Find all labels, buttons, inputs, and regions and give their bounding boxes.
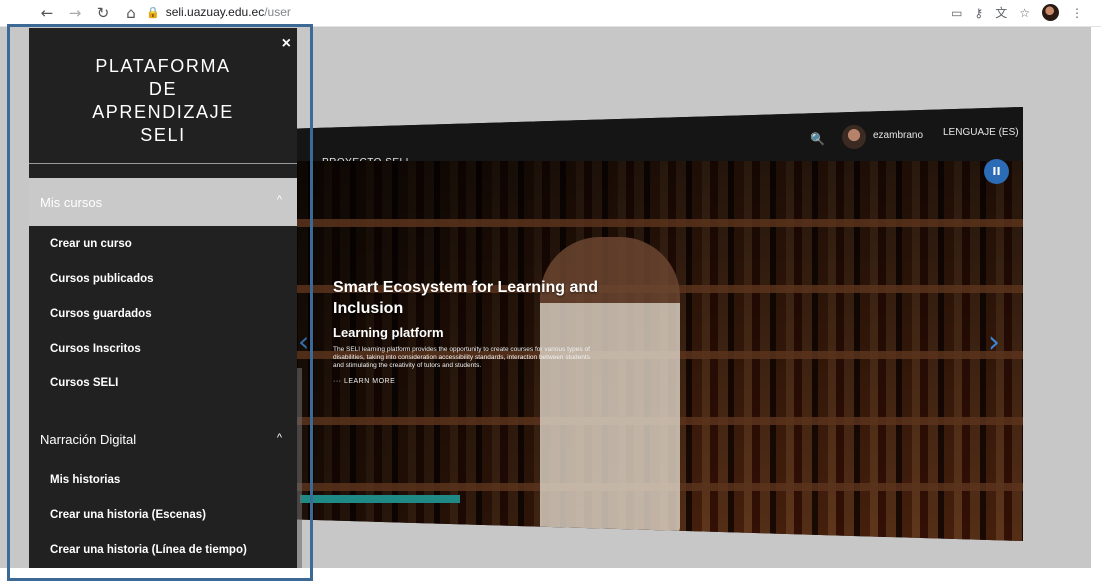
cast-icon[interactable]: ▭ — [951, 6, 962, 20]
profile-icon[interactable] — [1042, 4, 1059, 21]
back-icon[interactable]: ← — [38, 3, 56, 23]
slide-caption: Smart Ecosystem for Learning and Inclusi… — [333, 277, 603, 385]
home-icon[interactable]: ⌂ — [122, 3, 140, 23]
reload-icon[interactable]: ↻ — [94, 3, 112, 23]
username-label[interactable]: ezambrano — [873, 130, 923, 141]
url-host: seli.uazuay.edu.ec — [165, 5, 265, 19]
learn-more-label: LEARN MORE — [343, 378, 396, 385]
highlight-frame — [7, 24, 313, 581]
next-slide-arrow-icon[interactable]: › — [988, 325, 1000, 360]
top-navbar: PROYECTO SELI 🔍 ezambrano LENGUAJE (ES) — [290, 107, 1023, 168]
key-icon[interactable]: ⚷ — [974, 6, 983, 20]
slide-subtitle: Learning platform — [333, 325, 444, 340]
star-icon[interactable]: ☆ — [1019, 6, 1030, 20]
browser-nav: ← → ↻ ⌂ — [38, 3, 140, 23]
browser-actions: ▭ ⚷ 文 ☆ ⋮ — [951, 4, 1083, 21]
slide-description: The SELI learning platform provides the … — [333, 346, 590, 369]
translate-icon[interactable]: 文 — [995, 4, 1007, 21]
menu-icon[interactable]: ⋮ — [1071, 6, 1083, 20]
pause-button[interactable]: II — [984, 159, 1009, 184]
learn-more-link[interactable]: ··· LEARN MORE — [333, 378, 603, 385]
accent-strip — [300, 495, 460, 503]
address-bar[interactable]: 🔒 seli.uazuay.edu.ec/user — [146, 5, 291, 19]
hero-carousel: PROYECTO SELI 🔍 ezambrano LENGUAJE (ES) … — [290, 107, 1023, 541]
forward-icon[interactable]: → — [66, 3, 84, 23]
slide-title: Smart Ecosystem for Learning and Inclusi… — [333, 279, 598, 317]
lock-icon: 🔒 — [146, 7, 160, 19]
browser-toolbar: ← → ↻ ⌂ 🔒 seli.uazuay.edu.ec/user ▭ ⚷ 文 ☆… — [0, 0, 1101, 27]
search-icon[interactable]: 🔍 — [810, 132, 825, 146]
avatar[interactable] — [842, 125, 866, 149]
url-path: /user — [264, 5, 291, 19]
language-selector[interactable]: LENGUAJE (ES) — [943, 127, 1019, 138]
